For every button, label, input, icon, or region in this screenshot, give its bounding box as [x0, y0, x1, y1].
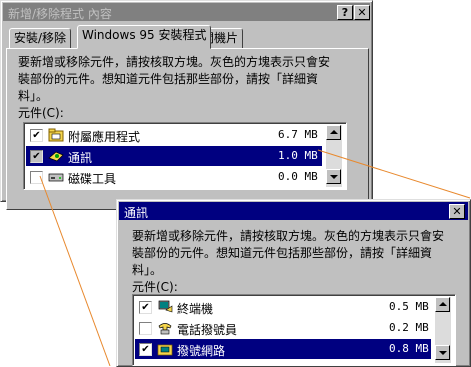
tab-windows-setup[interactable]: Windows 95 安裝程式 [77, 25, 212, 49]
disk-tools-icon [48, 170, 64, 184]
main-dialog: 新增/移除程式 內容 ? ✕ 安裝/移除 Windows 95 安裝程式 開機片… [0, 0, 373, 210]
sub-scroll-down-button[interactable] [435, 345, 450, 360]
checkbox-accessories[interactable]: ✔ [30, 129, 43, 142]
accessories-icon [48, 128, 64, 142]
main-list-scrollbar[interactable] [326, 125, 342, 187]
main-dialog-title: 新增/移除程式 內容 [8, 7, 112, 21]
list-item-terminal[interactable]: ✔ 終端機 0.5 MB [135, 297, 431, 317]
sub-dialog: 通訊 ✕ 要新增或移除元件，請按核取方塊。灰色的方塊表示只會安 裝部份的元件。想… [116, 199, 471, 367]
list-item-dial-up-networking[interactable]: ✔ 撥號網路 0.8 MB [135, 339, 431, 359]
checkbox-disk-tools[interactable] [30, 171, 43, 184]
list-item-accessories[interactable]: ✔ 附屬應用程式 6.7 MB [26, 125, 322, 145]
scroll-down-button[interactable] [326, 169, 341, 184]
arrow-up-icon [330, 130, 338, 134]
communications-icon [48, 149, 64, 163]
sub-description: 要新增或移除元件，請按核取方塊。灰色的方塊表示只會安 裝部份的元件。想知道元件包… [132, 229, 445, 277]
phone-dialer-icon [157, 321, 173, 335]
component-size: 6.7 MB [278, 128, 318, 141]
component-name: 電話撥號員 [177, 323, 238, 337]
arrow-up-icon [439, 302, 447, 306]
list-item-communications[interactable]: ✔ 通訊 1.0 MB [26, 146, 322, 166]
checkbox-terminal[interactable]: ✔ [139, 301, 152, 314]
component-size: 0.0 MB [278, 170, 318, 183]
main-components-label: 元件(C): [18, 106, 64, 120]
sub-components-list[interactable]: ✔ 終端機 0.5 MB 電話撥號員 0.2 MB ✔ 撥號網路 0.8 MB [132, 294, 456, 366]
checkbox-phone-dialer[interactable] [139, 322, 152, 335]
dial-up-networking-icon [157, 342, 173, 356]
close-button[interactable]: ✕ [354, 5, 370, 20]
component-name: 附屬應用程式 [68, 130, 141, 144]
sub-components-label: 元件(C): [132, 280, 178, 294]
component-size: 1.0 MB [278, 149, 318, 162]
sub-title-bar[interactable]: 通訊 ✕ [119, 202, 468, 220]
list-item-disk-tools[interactable]: 磁碟工具 0.0 MB [26, 167, 322, 187]
tab-install-uninstall[interactable]: 安裝/移除 [9, 28, 72, 48]
component-name: 終端機 [177, 302, 214, 316]
component-name: 磁碟工具 [68, 172, 117, 186]
component-size: 0.8 MB [389, 342, 429, 355]
list-item-phone-dialer[interactable]: 電話撥號員 0.2 MB [135, 318, 431, 338]
help-button[interactable]: ? [337, 5, 353, 20]
main-description: 要新增或移除元件，請按核取方塊。灰色的方塊表示只會安 裝部份的元件。想知道元件包… [18, 55, 331, 103]
main-title-bar[interactable]: 新增/移除程式 內容 ? ✕ [3, 3, 370, 21]
checkbox-communications[interactable]: ✔ [30, 150, 43, 163]
main-components-list[interactable]: ✔ 附屬應用程式 6.7 MB ✔ 通訊 1.0 MB 磁碟工具 0.0 MB [23, 122, 347, 190]
sub-dialog-title: 通訊 [124, 206, 149, 220]
scroll-up-button[interactable] [326, 125, 341, 140]
sub-scroll-up-button[interactable] [435, 297, 450, 312]
component-size: 0.5 MB [389, 300, 429, 313]
sub-list-scrollbar[interactable] [435, 297, 451, 363]
component-name: 通訊 [68, 151, 93, 165]
component-name: 撥號網路 [177, 344, 226, 358]
terminal-icon [157, 300, 173, 314]
component-size: 0.2 MB [389, 321, 429, 334]
arrow-down-icon [439, 351, 447, 355]
sub-close-button[interactable]: ✕ [449, 204, 465, 219]
checkbox-dial-up-networking[interactable]: ✔ [139, 343, 152, 356]
arrow-down-icon [330, 175, 338, 179]
